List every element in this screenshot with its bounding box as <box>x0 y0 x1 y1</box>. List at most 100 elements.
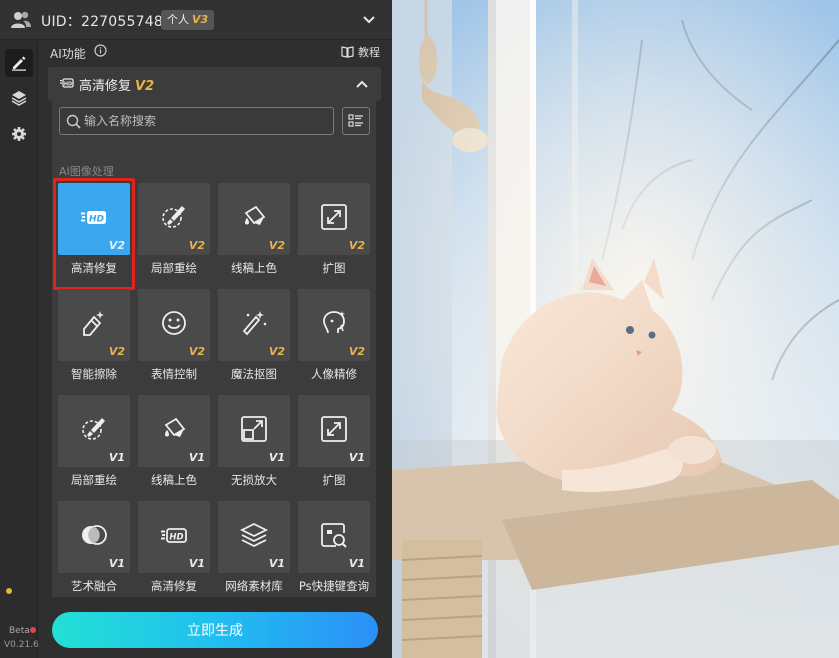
magic-eraser-icon <box>83 311 104 336</box>
tool-tile: V1 <box>218 501 290 573</box>
tool-card[interactable]: V2 线稿上色 <box>218 183 290 279</box>
tool-label: 高清修复 <box>151 579 197 593</box>
ai-panel: AI功能 教程 HD 高清修复 V2 输入名称搜索 AI图像处理 HD V2 高… <box>38 40 392 658</box>
svg-text:HD: HD <box>64 81 72 87</box>
tool-version: V2 <box>268 345 285 358</box>
tool-tile: V1 <box>58 501 130 573</box>
notification-dot <box>30 627 36 633</box>
tool-dropdown: AI图像处理 HD V2 高清修复 <box>52 101 376 597</box>
search-icon <box>66 114 81 129</box>
rail-edit-button[interactable] <box>5 49 33 77</box>
tool-label: 局部重绘 <box>71 473 117 487</box>
tool-tile: V1 <box>218 395 290 467</box>
tool-version: V2 <box>188 345 205 358</box>
hd-icon: HD <box>81 211 106 224</box>
tool-card[interactable]: HD V2 高清修复 <box>53 178 135 290</box>
plan-label: 个人 <box>167 13 189 26</box>
tool-label: 智能擦除 <box>71 367 117 381</box>
tool-label: 线稿上色 <box>151 473 197 487</box>
layers-icon <box>240 522 268 548</box>
tool-version: V2 <box>108 239 125 252</box>
beta-label: Beta <box>9 626 30 636</box>
tool-version: V2 <box>188 239 205 252</box>
tool-label: 表情控制 <box>151 367 197 381</box>
tool-version: V1 <box>268 451 285 464</box>
gear-icon <box>12 127 26 141</box>
tool-tile: V2 <box>218 183 290 255</box>
tool-label: 高清修复 <box>71 261 117 275</box>
tool-version: V1 <box>348 451 365 464</box>
tool-tile: V2 <box>58 289 130 361</box>
plan-version: V3 <box>192 13 209 26</box>
tool-version: V1 <box>348 557 365 570</box>
tutorial-label: 教程 <box>358 46 380 59</box>
tool-card[interactable]: V1 Ps快捷键查询 <box>298 501 370 597</box>
tool-label: 扩图 <box>322 473 346 487</box>
tool-card[interactable]: V2 扩图 <box>298 183 370 279</box>
tool-tile: HD V2 <box>58 183 130 255</box>
tool-version: V2 <box>348 239 365 252</box>
tool-label: 魔法抠图 <box>231 367 277 381</box>
tool-card[interactable]: V1 艺术融合 <box>58 501 130 597</box>
tool-version: V1 <box>268 557 285 570</box>
book-icon <box>341 46 354 58</box>
tool-version: V1 <box>108 451 125 464</box>
tool-label: 无损放大 <box>231 473 277 487</box>
plan-badge: 个人 V3 <box>161 10 215 30</box>
info-icon[interactable] <box>94 44 107 57</box>
tool-card[interactable]: V1 线稿上色 <box>138 395 210 491</box>
tool-tile: V1 <box>58 395 130 467</box>
search-input[interactable] <box>84 111 329 131</box>
tool-tile: V2 <box>218 289 290 361</box>
tool-card[interactable]: HD V1 高清修复 <box>138 501 210 597</box>
left-rail: Beta V0.21.6 <box>0 40 39 658</box>
expand-icon <box>321 416 347 442</box>
tool-tile: V2 <box>298 289 370 361</box>
tool-version: V1 <box>108 557 125 570</box>
tool-card[interactable]: V2 魔法抠图 <box>218 289 290 385</box>
version-label: V0.21.6 <box>4 640 39 650</box>
uid-text: UID：2270557484 <box>41 14 173 30</box>
rail-settings-button[interactable] <box>5 120 33 148</box>
generate-button[interactable]: 立即生成 <box>52 612 378 648</box>
tool-label: 局部重绘 <box>151 261 197 275</box>
chevron-down-icon[interactable] <box>362 13 376 27</box>
layers-icon <box>11 91 27 106</box>
tool-version: V2 <box>108 345 125 358</box>
users-icon[interactable] <box>10 10 32 30</box>
tool-version: V1 <box>188 557 205 570</box>
tool-card[interactable]: V2 人像精修 <box>298 289 370 385</box>
tool-card[interactable]: V1 网络素材库 <box>218 501 290 597</box>
tool-tile: HD V1 <box>138 501 210 573</box>
paint-bucket-icon <box>244 205 266 225</box>
tool-card[interactable]: V2 表情控制 <box>138 289 210 385</box>
tool-label: 艺术融合 <box>71 579 117 593</box>
paint-bucket-icon <box>164 417 186 437</box>
tutorial-link[interactable]: 教程 <box>341 44 380 60</box>
image-canvas[interactable] <box>392 0 839 658</box>
tool-card[interactable]: V2 智能擦除 <box>58 289 130 385</box>
tool-card[interactable]: V1 扩图 <box>298 395 370 491</box>
current-tool-version: V2 <box>135 79 155 94</box>
tool-card[interactable]: V1 无损放大 <box>218 395 290 491</box>
tool-label: Ps快捷键查询 <box>298 579 370 593</box>
brush-icon <box>162 206 185 228</box>
portrait-icon <box>323 311 345 334</box>
tool-version: V2 <box>348 345 365 358</box>
tool-card[interactable]: V1 局部重绘 <box>58 395 130 491</box>
list-view-button[interactable] <box>342 107 370 135</box>
status-dot <box>6 588 12 594</box>
list-view-icon <box>348 114 363 127</box>
cat-photo <box>392 0 839 658</box>
svg-text:HD: HD <box>89 214 105 224</box>
blend-icon <box>82 525 107 545</box>
tool-card[interactable]: V2 局部重绘 <box>138 183 210 279</box>
tool-version: V1 <box>188 451 205 464</box>
chevron-up-icon[interactable] <box>355 77 369 91</box>
tool-version: V2 <box>268 239 285 252</box>
rail-layers-button[interactable] <box>5 84 33 112</box>
upscale-icon <box>241 416 267 442</box>
search-box[interactable] <box>59 107 334 135</box>
expand-icon <box>321 204 347 230</box>
tool-selector[interactable]: HD 高清修复 V2 <box>48 67 381 101</box>
